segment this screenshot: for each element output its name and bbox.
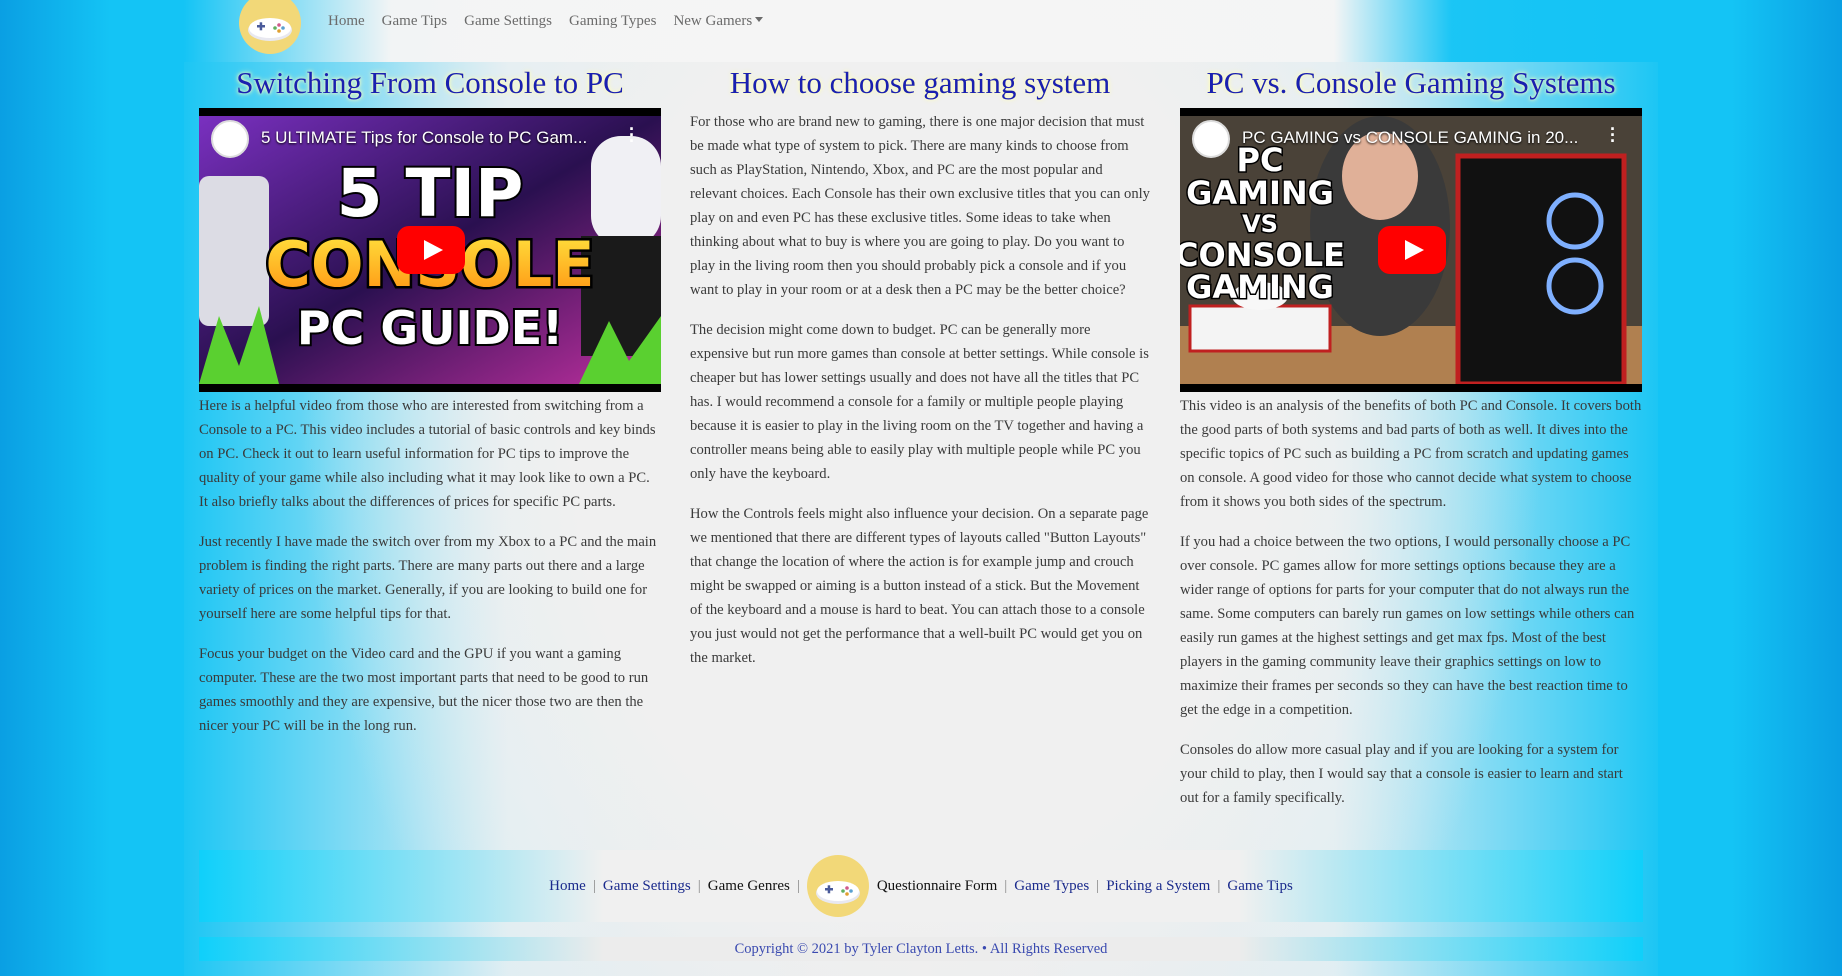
paragraph: If you had a choice between the two opti… — [1180, 534, 1635, 718]
video-embed-pc-vs-console[interactable]: PC GAMING VS CONSOLE GAMING PC GAMING vs… — [1180, 108, 1642, 392]
nav-link-game-tips[interactable]: Game Tips — [382, 13, 447, 30]
paragraph: How the Controls feels might also influe… — [690, 506, 1149, 666]
thumb-text-line5: GAMING — [1186, 268, 1334, 306]
footer-link-picking-a-system[interactable]: Picking a System — [1106, 878, 1210, 895]
game-controller-icon[interactable] — [239, 0, 301, 54]
copyright-text: Copyright © 2021 by Tyler Clayton Letts.… — [199, 937, 1643, 961]
column-pc-vs-console: PC vs. Console Gaming Systems PC GAMING … — [1180, 62, 1642, 826]
video-title[interactable]: PC GAMING vs CONSOLE GAMING in 20... — [1242, 128, 1578, 148]
footer-links: Home | Game Settings | Game Genres | Que… — [199, 850, 1643, 922]
footer-link-game-genres[interactable]: Game Genres — [708, 878, 790, 895]
separator: | — [1096, 877, 1100, 894]
paragraph: Focus your budget on the Video card and … — [199, 646, 649, 734]
nav-link-game-settings[interactable]: Game Settings — [464, 13, 552, 30]
column-title: PC vs. Console Gaming Systems — [1206, 65, 1616, 100]
play-button[interactable] — [397, 226, 465, 274]
paragraph: Here is a helpful video from those who a… — [199, 398, 656, 510]
paragraph: This video is an analysis of the benefit… — [1180, 398, 1642, 510]
nav-dropdown-label: New Gamers — [673, 13, 753, 29]
separator: | — [1004, 877, 1008, 894]
separator: | — [1217, 877, 1221, 894]
column-title: How to choose gaming system — [729, 65, 1111, 100]
nav-links: Home Game Tips Game Settings Gaming Type… — [328, 13, 764, 30]
thumb-text-line1: 5 TIP — [337, 155, 524, 232]
page-container: Home Game Tips Game Settings Gaming Type… — [184, 0, 1658, 976]
thumb-text-line3: PC GUIDE! — [297, 301, 563, 355]
channel-avatar[interactable] — [211, 120, 249, 158]
separator: | — [592, 877, 596, 894]
play-button[interactable] — [1378, 226, 1446, 274]
more-options-icon[interactable]: · · · — [629, 120, 635, 150]
more-options-icon[interactable]: · · · — [1610, 120, 1616, 150]
footer-link-game-settings[interactable]: Game Settings — [603, 878, 691, 895]
column-choosing: How to choose gaming system For those wh… — [690, 62, 1150, 686]
video-embed-console-to-pc[interactable]: 5 TIP CONSOLE PC GUIDE! 5 ULTIMATE Tips … — [199, 108, 661, 392]
paragraph: Consoles do allow more casual play and i… — [1180, 742, 1623, 806]
nav-link-home[interactable]: Home — [328, 13, 365, 30]
nav-link-gaming-types[interactable]: Gaming Types — [569, 13, 656, 30]
footer-link-home[interactable]: Home — [549, 878, 586, 895]
paragraph: The decision might come down to budget. … — [690, 322, 1149, 482]
separator: | — [697, 877, 701, 894]
navbar: Home Game Tips Game Settings Gaming Type… — [184, 0, 1658, 62]
footer-link-questionnaire-form[interactable]: Questionnaire Form — [877, 878, 997, 895]
thumb-text-line3: VS — [1242, 210, 1278, 238]
game-controller-icon[interactable] — [806, 855, 869, 917]
nav-dropdown-new-gamers[interactable]: New Gamers — [673, 13, 764, 30]
caret-down-icon — [755, 17, 764, 22]
footer-nav: Home | Game Settings | Game Genres | Que… — [199, 850, 1643, 922]
footer-link-game-tips[interactable]: Game Tips — [1227, 878, 1292, 895]
video-title[interactable]: 5 ULTIMATE Tips for Console to PC Gam... — [261, 128, 587, 148]
thumb-text-line2: GAMING — [1186, 174, 1334, 212]
paragraph: For those who are brand new to gaming, t… — [690, 114, 1150, 298]
separator: | — [796, 877, 800, 894]
column-title: Switching From Console to PC — [236, 65, 624, 100]
channel-avatar[interactable] — [1192, 120, 1230, 158]
column-switching: Switching From Console to PC 5 TIP PC GU… — [199, 62, 661, 754]
paragraph: Just recently I have made the switch ove… — [199, 534, 657, 622]
footer-link-game-types[interactable]: Game Types — [1014, 878, 1089, 895]
